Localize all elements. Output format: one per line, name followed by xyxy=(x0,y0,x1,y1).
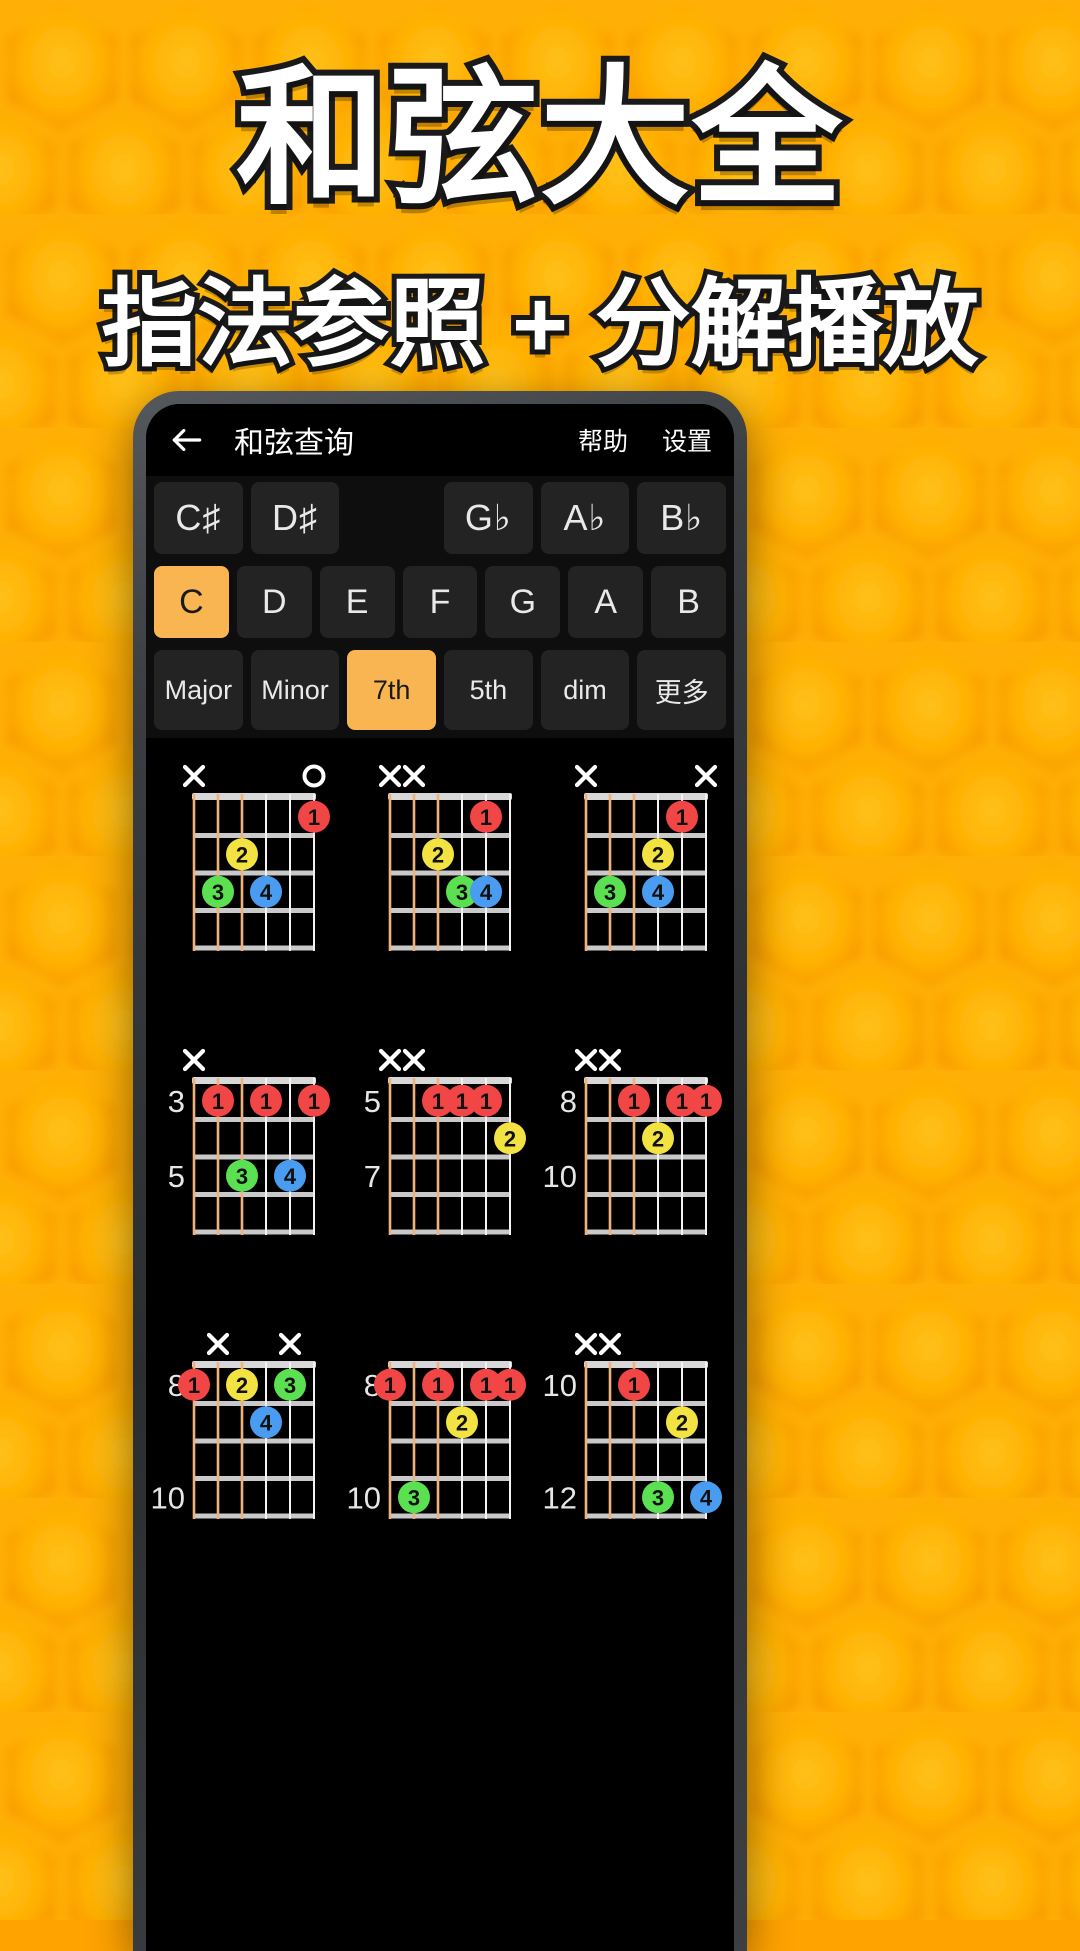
svg-text:12: 12 xyxy=(544,1480,577,1515)
svg-text:2: 2 xyxy=(504,1126,516,1151)
root-key-F[interactable]: F xyxy=(402,566,478,638)
root-key-D[interactable]: D xyxy=(236,566,312,638)
quality-key-dim[interactable]: dim xyxy=(540,650,630,730)
svg-text:4: 4 xyxy=(652,880,665,905)
accidental-key-spacer xyxy=(347,482,436,554)
svg-text:2: 2 xyxy=(676,1410,688,1435)
phone-screen: 和弦查询 帮助 设置 C♯ D♯ G♭ A♭ B♭ CDEFGAB Major Minor… xyxy=(146,404,734,1951)
svg-text:1: 1 xyxy=(308,805,320,830)
svg-text:5: 5 xyxy=(364,1084,381,1119)
svg-text:7: 7 xyxy=(364,1159,381,1194)
chord-diagram-r2c2[interactable]: 571112 xyxy=(348,1036,544,1306)
svg-text:2: 2 xyxy=(236,842,248,867)
root-key-E[interactable]: E xyxy=(319,566,395,638)
svg-text:1: 1 xyxy=(480,805,492,830)
svg-text:10: 10 xyxy=(544,1159,577,1194)
svg-text:4: 4 xyxy=(284,1164,297,1189)
promo-subtitle: 指法参照 + 分解播放 xyxy=(96,269,983,380)
root-key-G[interactable]: G xyxy=(485,566,561,638)
svg-text:1: 1 xyxy=(260,1089,272,1114)
chord-quality-row: Major Minor 7th 5th dim 更多 xyxy=(146,644,734,736)
quality-key-5th[interactable]: 5th xyxy=(444,650,533,730)
phone-mockup: 和弦查询 帮助 设置 C♯ D♯ G♭ A♭ B♭ CDEFGAB Major Minor… xyxy=(133,391,747,1951)
svg-text:1: 1 xyxy=(384,1373,396,1398)
svg-text:3: 3 xyxy=(408,1485,420,1510)
chord-diagram-r3c1[interactable]: 8 10 1 2 3 4 xyxy=(152,1320,348,1590)
svg-text:4: 4 xyxy=(700,1485,713,1510)
svg-text:1: 1 xyxy=(212,1089,224,1114)
svg-text:1: 1 xyxy=(188,1373,200,1398)
svg-text:10: 10 xyxy=(348,1480,381,1515)
svg-text:1: 1 xyxy=(700,1089,712,1114)
chord-diagram-r1c2[interactable]: 1 234 xyxy=(348,752,544,1022)
svg-text:1: 1 xyxy=(480,1373,492,1398)
settings-button[interactable]: 设置 xyxy=(662,422,712,458)
app-bar: 和弦查询 帮助 设置 xyxy=(146,404,734,476)
svg-text:2: 2 xyxy=(236,1373,248,1398)
svg-text:1: 1 xyxy=(628,1373,640,1398)
accidental-key-D♯[interactable]: D♯ xyxy=(250,482,340,554)
quality-key-更多[interactable]: 更多 xyxy=(637,650,727,730)
svg-text:1: 1 xyxy=(676,1089,688,1114)
quality-key-Major[interactable]: Major xyxy=(154,650,243,730)
svg-text:4: 4 xyxy=(480,880,493,905)
screen-bottom-edge xyxy=(146,1941,734,1951)
root-key-C[interactable]: C xyxy=(154,566,229,638)
chord-diagram-r3c2[interactable]: 8 10 1 1 1 1 2 3 xyxy=(348,1320,544,1590)
svg-text:3: 3 xyxy=(236,1164,248,1189)
svg-text:3: 3 xyxy=(604,880,616,905)
svg-text:3: 3 xyxy=(212,880,224,905)
svg-text:1: 1 xyxy=(432,1089,444,1114)
svg-text:1: 1 xyxy=(676,805,688,830)
quality-key-Minor[interactable]: Minor xyxy=(250,650,340,730)
accidental-key-B♭[interactable]: B♭ xyxy=(637,482,727,554)
svg-text:4: 4 xyxy=(260,1410,273,1435)
svg-text:2: 2 xyxy=(652,842,664,867)
chord-diagram-r2c1[interactable]: 3 5 1 1 1 3 4 xyxy=(152,1036,348,1306)
svg-text:1: 1 xyxy=(432,1373,444,1398)
quality-key-7th[interactable]: 7th xyxy=(347,650,437,730)
svg-text:8: 8 xyxy=(560,1084,577,1119)
svg-text:5: 5 xyxy=(168,1159,185,1194)
svg-text:3: 3 xyxy=(168,1084,185,1119)
page-title: 和弦查询 xyxy=(234,427,354,460)
svg-text:10: 10 xyxy=(152,1480,185,1515)
svg-text:2: 2 xyxy=(432,842,444,867)
chord-diagram-r1c3[interactable]: 12 3 4 xyxy=(544,752,734,1022)
svg-text:1: 1 xyxy=(504,1373,516,1398)
accidental-key-G♭[interactable]: G♭ xyxy=(444,482,533,554)
root-note-row: CDEFGAB xyxy=(146,560,734,644)
chord-selector-area: C♯ D♯ G♭ A♭ B♭ CDEFGAB Major Minor 7th 5th dim 更多 xyxy=(146,476,734,738)
promo-title: 和弦大全 xyxy=(230,54,848,223)
chord-diagram-r2c3[interactable]: 8 10 1 1 1 2 xyxy=(544,1036,734,1306)
svg-text:1: 1 xyxy=(628,1089,640,1114)
accidental-key-A♭[interactable]: A♭ xyxy=(540,482,630,554)
chord-diagram-grid: 1234 1234 1234 3511134 571112 8 10 1 1 1 2 xyxy=(146,738,734,1590)
svg-text:3: 3 xyxy=(456,880,468,905)
chord-diagram-r1c1[interactable]: 1 23 4 xyxy=(152,752,348,1022)
svg-text:3: 3 xyxy=(284,1373,296,1398)
arrow-left-icon[interactable] xyxy=(168,421,206,459)
root-key-B[interactable]: B xyxy=(651,566,727,638)
chord-diagram-r3c3[interactable]: 10 12 1 2 3 4 xyxy=(544,1320,734,1590)
svg-text:2: 2 xyxy=(652,1126,664,1151)
svg-text:2: 2 xyxy=(456,1410,468,1435)
help-button[interactable]: 帮助 xyxy=(578,422,628,458)
svg-text:10: 10 xyxy=(544,1368,577,1403)
accidental-key-C♯[interactable]: C♯ xyxy=(154,482,243,554)
accidental-row: C♯ D♯ G♭ A♭ B♭ xyxy=(146,476,734,560)
root-key-A[interactable]: A xyxy=(568,566,644,638)
svg-text:1: 1 xyxy=(480,1089,492,1114)
svg-text:4: 4 xyxy=(260,880,273,905)
svg-text:1: 1 xyxy=(308,1089,320,1114)
svg-text:3: 3 xyxy=(652,1485,664,1510)
svg-text:1: 1 xyxy=(456,1089,468,1114)
